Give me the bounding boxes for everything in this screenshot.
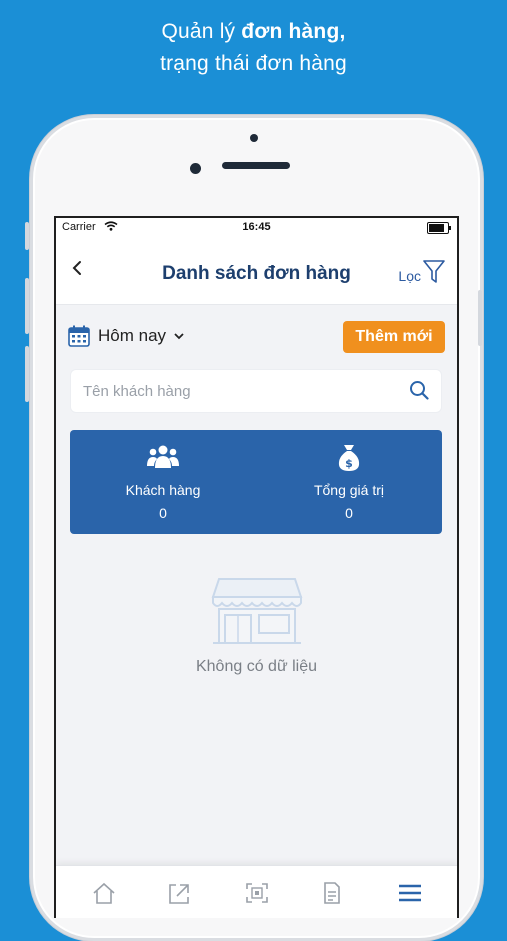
nav-bar: Danh sách đơn hàng Lọc	[56, 236, 457, 305]
phone-sensor	[250, 134, 258, 142]
search-icon[interactable]	[409, 380, 429, 405]
phone-side-button	[478, 290, 482, 346]
store-icon	[211, 578, 302, 644]
filter-icon	[423, 260, 445, 283]
phone-earpiece	[222, 162, 290, 169]
summary-card: Khách hàng 0 $ Tổng giá trị 0	[70, 430, 442, 534]
clock: 16:45	[242, 221, 271, 233]
add-new-button[interactable]: Thêm mới	[343, 321, 445, 353]
phone-side-button	[25, 346, 29, 402]
phone-side-button	[25, 278, 29, 334]
total-value-amount: 0	[345, 505, 353, 521]
tab-bar	[56, 865, 457, 918]
total-value-stat: $ Tổng giá trị 0	[256, 444, 442, 521]
menu-icon[interactable]	[398, 882, 422, 909]
svg-text:$: $	[345, 457, 353, 470]
money-bag-icon: $	[256, 444, 442, 472]
promo-line-1-bold: đơn hàng,	[241, 20, 346, 43]
filter-label: Lọc	[398, 268, 421, 284]
customers-stat: Khách hàng 0	[70, 444, 256, 521]
empty-state: Không có dữ liệu	[56, 575, 457, 676]
phone-camera	[190, 163, 201, 174]
date-filter-label: Hôm nay	[98, 326, 167, 345]
chevron-down-icon	[174, 333, 184, 340]
share-icon[interactable]	[167, 882, 191, 909]
customers-value: 0	[159, 505, 167, 521]
users-icon	[70, 444, 256, 472]
document-icon[interactable]	[322, 882, 342, 909]
filter-button[interactable]: Lọc	[398, 260, 445, 284]
calendar-icon	[68, 325, 90, 347]
total-value-label: Tổng giá trị	[313, 482, 385, 498]
phone-side-button	[25, 222, 29, 250]
battery-icon	[427, 222, 451, 234]
status-bar: Carrier 16:45	[56, 218, 457, 236]
promo-line-1-prefix: Quản lý	[161, 20, 242, 43]
search-box	[70, 369, 442, 413]
empty-state-text: Không có dữ liệu	[195, 658, 317, 675]
search-input[interactable]	[81, 370, 405, 412]
qr-icon[interactable]	[245, 882, 269, 909]
app-screen: Carrier 16:45 Danh sách đơn hàng Lọc Hôm…	[54, 216, 459, 918]
customers-label: Khách hàng	[125, 482, 201, 498]
home-icon[interactable]	[92, 882, 116, 909]
content-area: Hôm nay Thêm mới Khách hàng 0 $ Tổn	[56, 305, 457, 865]
page-title: Danh sách đơn hàng	[162, 263, 351, 284]
promo-line-2: trạng thái đơn hàng	[160, 52, 347, 75]
date-filter[interactable]: Hôm nay	[68, 325, 184, 347]
promo-line-1: Quản lý đơn hàng,	[0, 20, 507, 44]
